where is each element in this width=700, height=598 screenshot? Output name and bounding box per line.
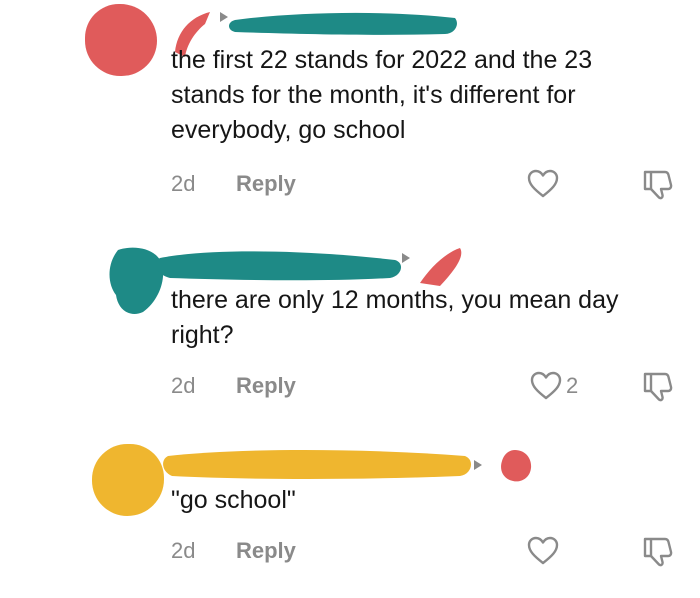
reply-arrow-icon	[220, 12, 228, 22]
avatar-redacted[interactable]	[92, 444, 164, 516]
comment-text: there are only 12 months, you mean day r…	[171, 286, 619, 349]
comment-timestamp: 2d	[171, 538, 196, 563]
comment-timestamp: 2d	[171, 373, 196, 398]
comment-text: the first 22 stands for 2022 and the 23 …	[171, 46, 593, 144]
comment-3: "go school" 2d Reply	[0, 430, 700, 598]
comment-text: "go school"	[171, 486, 296, 514]
heart-icon[interactable]	[527, 169, 559, 199]
like-count: 2	[566, 373, 579, 398]
reply-button[interactable]: Reply	[236, 373, 296, 399]
comment-2: there are only 12 months, you mean day r…	[0, 230, 700, 410]
reply-button[interactable]: Reply	[236, 538, 296, 564]
comment-thread: the first 22 stands for 2022 and the 23 …	[0, 0, 700, 598]
dislike-icon[interactable]	[641, 370, 675, 402]
dislike-icon[interactable]	[641, 168, 675, 200]
comment-timestamp: 2d	[171, 171, 196, 196]
avatar-redacted-small	[501, 450, 532, 482]
avatar-redacted[interactable]	[85, 4, 157, 76]
reply-arrow-icon	[402, 253, 410, 263]
heart-icon[interactable]	[527, 536, 559, 566]
heart-icon[interactable]	[530, 371, 562, 401]
dislike-icon[interactable]	[641, 535, 675, 567]
reply-button[interactable]: Reply	[236, 171, 296, 197]
comment-1: the first 22 stands for 2022 and the 23 …	[0, 0, 700, 215]
reply-arrow-icon	[474, 460, 482, 470]
